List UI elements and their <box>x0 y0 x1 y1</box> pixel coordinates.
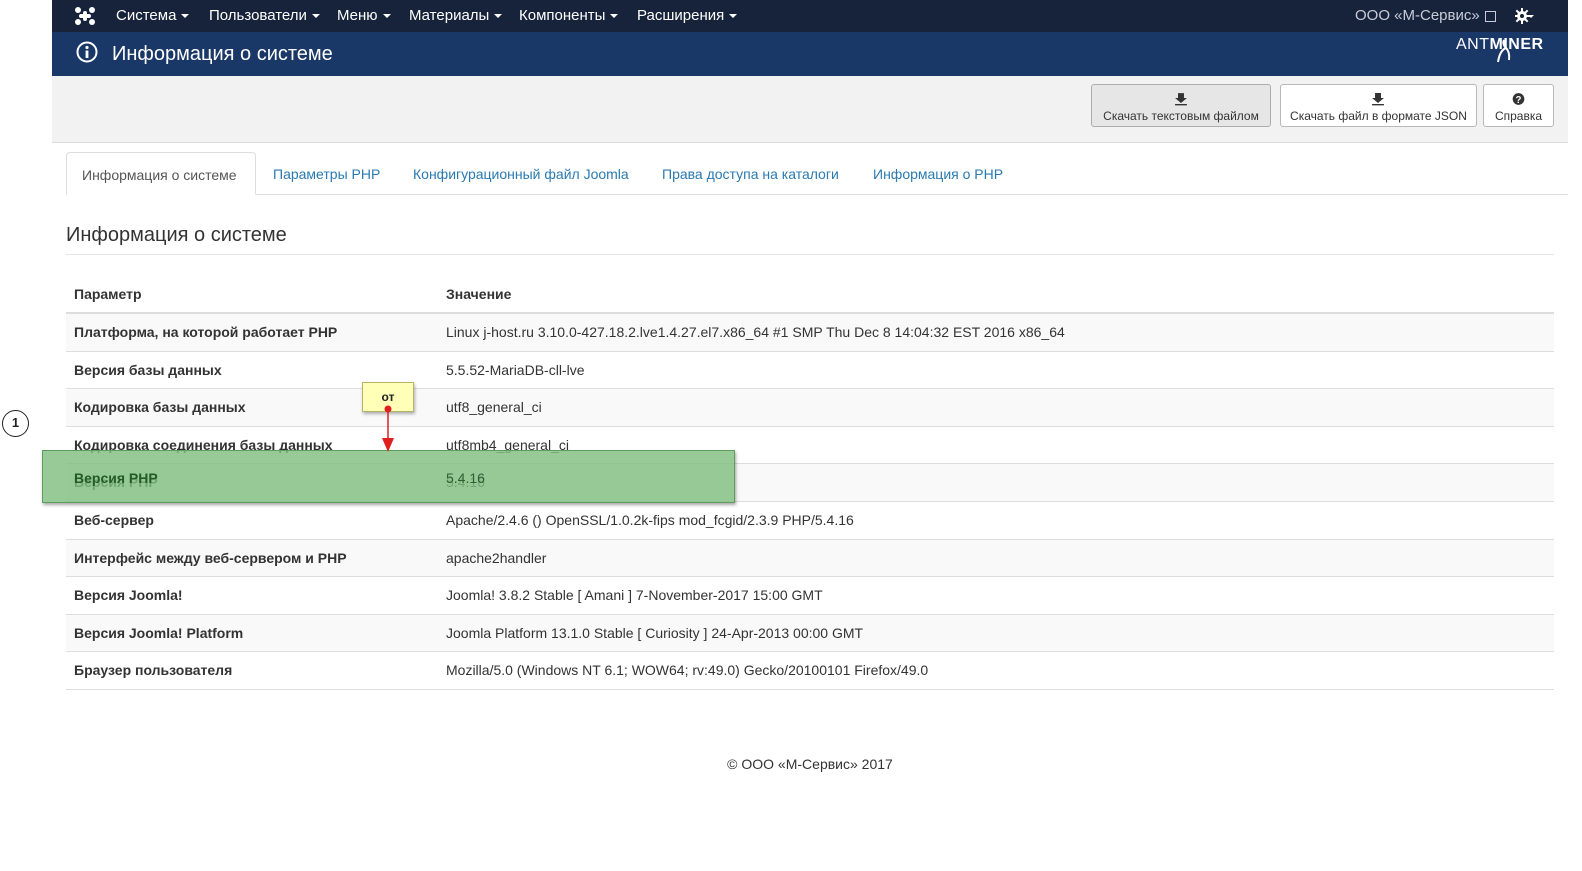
row-value: utf8_general_ci <box>446 399 542 416</box>
row-value: Apache/2.4.6 () OpenSSL/1.0.2k-fips mod_… <box>446 511 854 528</box>
table-row: Кодировка базы данных utf8_general_ci <box>66 389 1554 427</box>
row-value: apache2handler <box>446 549 547 566</box>
top-navbar: Система Пользователи Меню Материалы Комп… <box>52 0 1568 32</box>
row-value: Mozilla/5.0 (Windows NT 6.1; WOW64; rv:4… <box>446 662 929 679</box>
table-row: Версия Joomla! Joomla! 3.8.2 Stable [ Am… <box>66 577 1554 615</box>
tab-configuration-file[interactable]: Конфигурационный файл Joomla <box>398 152 644 194</box>
row-value: 5.5.52-MariaDB-cll-lve <box>446 361 585 378</box>
row-parameter: Версия базы данных <box>74 361 222 378</box>
column-header-value: Значение <box>446 286 512 302</box>
download-json-label: Скачать файл в формате JSON <box>1290 109 1467 123</box>
chevron-down-icon <box>181 14 190 19</box>
download-json-button[interactable]: Скачать файл в формате JSON <box>1280 84 1477 127</box>
toolbar: Скачать текстовым файлом Скачать файл в … <box>52 76 1568 143</box>
tab-directory-permissions[interactable]: Права доступа на каталоги <box>647 152 854 194</box>
chevron-down-icon <box>494 14 503 19</box>
highlighted-value: 5.4.16 <box>446 470 485 486</box>
table-row: Веб-сервер Apache/2.4.6 () OpenSSL/1.0.2… <box>66 502 1554 540</box>
table-row: Платформа, на которой работает PHP Linux… <box>66 314 1554 352</box>
tab-php-settings[interactable]: Параметры PHP <box>258 152 395 194</box>
nav-menu-menus[interactable]: Меню <box>337 0 391 32</box>
chevron-down-icon <box>382 14 391 19</box>
chevron-down-icon <box>311 14 320 19</box>
table-row: Версия Joomla! Platform Joomla Platform … <box>66 614 1554 653</box>
row-parameter: Веб-сервер <box>74 511 154 528</box>
column-header-parameter: Параметр <box>74 286 142 302</box>
row-parameter: Кодировка базы данных <box>74 399 246 416</box>
brand-logo: ANTMINER <box>1456 36 1544 54</box>
joomla-logo-icon[interactable] <box>74 6 96 26</box>
row-parameter: Браузер пользователя <box>74 662 233 679</box>
download-text-label: Скачать текстовым файлом <box>1103 109 1259 123</box>
help-label: Справка <box>1494 109 1543 123</box>
brand-right: MINER <box>1489 36 1544 53</box>
nav-menu-content[interactable]: Материалы <box>409 0 503 32</box>
step-number-marker: 1 <box>2 410 29 437</box>
page-header: Информация о системе <box>52 32 1568 76</box>
tab-system-information[interactable]: Информация о системе <box>66 152 256 195</box>
download-icon <box>1372 93 1384 106</box>
nav-menu-users[interactable]: Пользователи <box>209 0 320 32</box>
row-value: Joomla Platform 13.1.0 Stable [ Curiosit… <box>446 624 864 641</box>
nav-menu-extensions[interactable]: Расширения <box>637 0 738 32</box>
external-link-icon <box>1484 10 1496 22</box>
download-icon <box>1175 93 1187 106</box>
row-parameter: Интерфейс между веб-сервером и PHP <box>74 549 347 566</box>
tab-php-information[interactable]: Информация о PHP <box>858 152 1018 194</box>
row-value: Linux j-host.ru 3.10.0-427.18.2.lve1.4.2… <box>446 324 1065 340</box>
chevron-down-icon <box>729 14 738 19</box>
callout-arrow-icon <box>382 405 394 452</box>
nav-menu-system[interactable]: Система <box>116 0 190 32</box>
footer-copyright: © ООО «М-Сервис» 2017 <box>727 756 893 772</box>
section-divider <box>66 254 1554 255</box>
question-circle-icon: ? <box>1512 93 1525 106</box>
brand-left: ANT <box>1456 36 1490 53</box>
site-link[interactable]: ООО «М-Сервис» <box>1355 0 1496 32</box>
row-value: Joomla! 3.8.2 Stable [ Amani ] 7-Novembe… <box>446 587 823 604</box>
row-parameter: Версия Joomla! <box>74 587 183 604</box>
table-row: Браузер пользователя Mozilla/5.0 (Window… <box>66 652 1554 690</box>
gear-icon[interactable] <box>1515 6 1535 26</box>
table-header-row: Параметр Значение <box>66 276 1554 314</box>
chevron-down-icon <box>610 14 619 19</box>
section-title: Информация о системе <box>66 224 287 246</box>
info-circle-icon <box>76 41 98 63</box>
nav-menu-components[interactable]: Компоненты <box>519 0 619 32</box>
help-button[interactable]: ? Справка <box>1483 84 1554 127</box>
highlighted-parameter: Версия PHP <box>74 470 158 486</box>
table-row: Интерфейс между веб-сервером и PHP apach… <box>66 539 1554 578</box>
svg-text:?: ? <box>1516 95 1522 106</box>
row-parameter: Версия Joomla! Platform <box>74 624 244 641</box>
page-title: Информация о системе <box>112 43 333 65</box>
tabs-bar: Информация о системе Параметры PHP Конфи… <box>66 152 1568 195</box>
download-text-button[interactable]: Скачать текстовым файлом <box>1091 84 1271 127</box>
app-window: Система Пользователи Меню Материалы Комп… <box>52 0 1568 871</box>
row-parameter: Платформа, на которой работает PHP <box>74 324 338 340</box>
table-row: Версия базы данных 5.5.52-MariaDB-cll-lv… <box>66 352 1554 390</box>
